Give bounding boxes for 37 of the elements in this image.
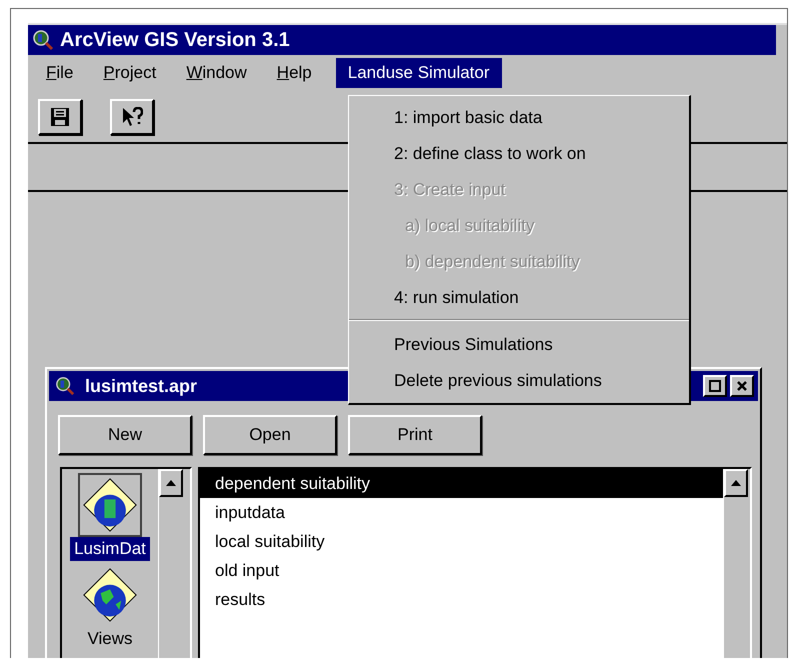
menu-item[interactable]: Landuse Simulator bbox=[336, 58, 502, 88]
menu-item[interactable]: Window bbox=[172, 58, 263, 88]
document-type-label[interactable]: LusimDat bbox=[70, 537, 150, 561]
toolbar-button[interactable]: Open bbox=[203, 415, 337, 455]
document-type-label[interactable]: Views bbox=[83, 627, 137, 651]
up-triangle-icon bbox=[731, 480, 741, 486]
window-title: lusimtest.apr bbox=[85, 376, 198, 396]
window-title: ArcView GIS Version 3.1 bbox=[60, 28, 290, 52]
list-item[interactable]: results bbox=[200, 585, 723, 614]
maximize-button[interactable] bbox=[703, 375, 727, 397]
save-button[interactable] bbox=[38, 99, 82, 135]
menu-item[interactable]: Previous Simulations bbox=[349, 327, 689, 363]
globe-diamond-icon bbox=[82, 567, 138, 623]
toolbar-button[interactable]: Print bbox=[348, 415, 482, 455]
database-diamond-icon bbox=[82, 477, 138, 533]
maximize-icon bbox=[709, 380, 721, 392]
scroll-up-button[interactable] bbox=[159, 469, 183, 497]
globe-magnifier-icon bbox=[55, 376, 75, 396]
list-item[interactable]: dependent suitability bbox=[200, 469, 723, 498]
up-triangle-icon bbox=[166, 480, 176, 486]
list-item[interactable]: inputdata bbox=[200, 498, 723, 527]
menu-item[interactable]: Delete previous simulations bbox=[349, 363, 689, 399]
menu-item[interactable]: Help bbox=[262, 58, 328, 88]
scroll-up-button[interactable] bbox=[724, 469, 748, 497]
menu-item[interactable]: 2: define class to work on bbox=[349, 136, 689, 172]
list-item[interactable]: local suitability bbox=[200, 527, 723, 556]
toolbar-button[interactable]: New bbox=[58, 415, 192, 455]
menu-item[interactable]: 4: run simulation bbox=[349, 280, 689, 316]
help-pointer-icon bbox=[121, 107, 143, 127]
menu-item[interactable]: 1: import basic data bbox=[349, 100, 689, 136]
help-pointer-button[interactable] bbox=[110, 99, 154, 135]
globe-magnifier-icon bbox=[32, 29, 54, 51]
menu-item[interactable]: File bbox=[32, 58, 90, 88]
close-icon bbox=[736, 380, 748, 392]
menu-item[interactable]: Project bbox=[89, 58, 172, 88]
list-item[interactable]: old input bbox=[200, 556, 723, 585]
close-button[interactable] bbox=[730, 375, 754, 397]
